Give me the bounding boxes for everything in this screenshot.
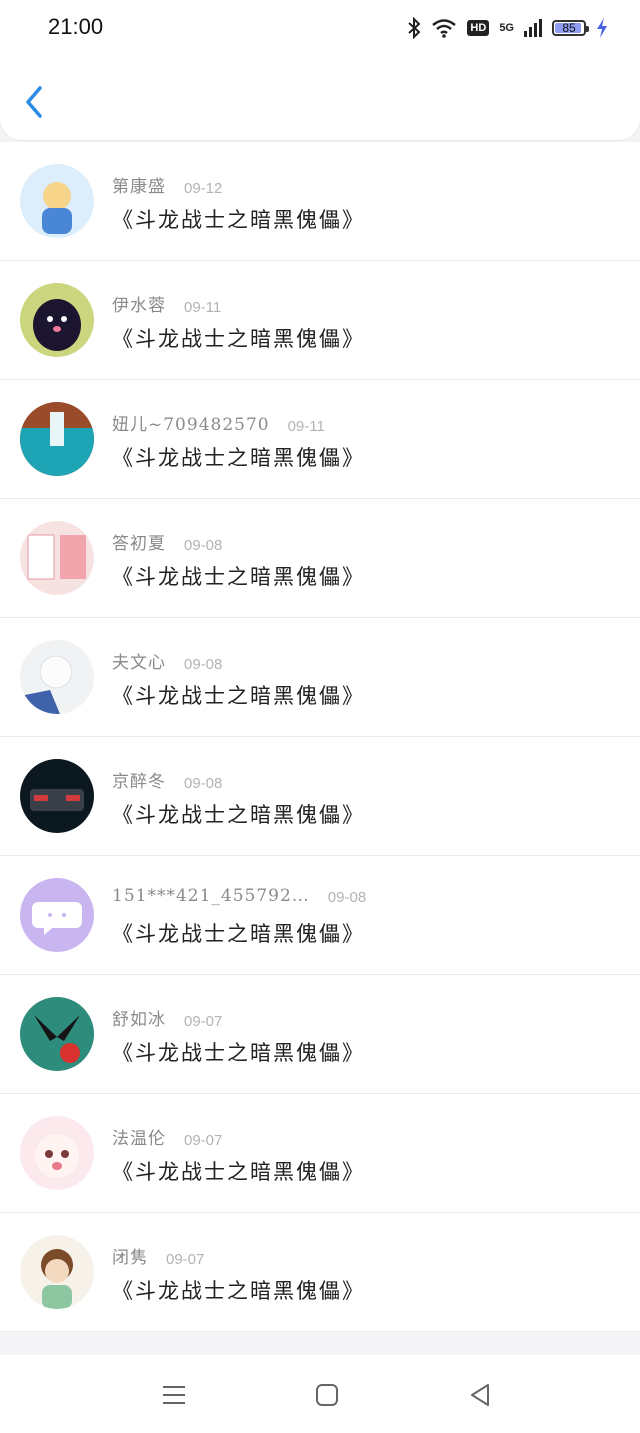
book-title[interactable]: 《斗龙战士之暗黑傀儡》 [112,323,365,353]
author-line: 妞儿~709482570 09-11 [112,410,325,435]
author-name[interactable]: 第康盛 [112,172,166,197]
book-title[interactable]: 《斗龙战士之暗黑傀儡》 [112,561,365,591]
author-line: 伊水蓉 09-11 [112,291,221,316]
author-line: 151***421_455792… 09-08 [112,886,366,906]
author-name[interactable]: 夫文心 [112,648,166,673]
avatar[interactable] [20,1235,94,1309]
avatar[interactable] [20,521,94,595]
author-line: 舒如冰 09-07 [112,1005,222,1030]
book-title[interactable]: 《斗龙战士之暗黑傀儡》 [112,1156,365,1186]
avatar[interactable] [20,283,94,357]
comment-date: 09-12 [184,180,223,197]
comment-date: 09-07 [184,1132,223,1149]
author-line: 夫文心 09-08 [112,648,222,673]
avatar[interactable] [20,402,94,476]
author-line: 答初夏 09-08 [112,529,222,554]
network-label: 5G [499,22,514,34]
book-title[interactable]: 《斗龙战士之暗黑傀儡》 [112,1037,365,1067]
book-title[interactable]: 《斗龙战士之暗黑傀儡》 [112,1275,365,1305]
comment-list: 第康盛 09-12 《斗龙战士之暗黑傀儡》 伊水蓉 09-11 《斗龙战士之暗黑… [0,142,640,1332]
list-item[interactable]: 夫文心 09-08 《斗龙战士之暗黑傀儡》 [0,618,640,737]
chevron-left-icon[interactable] [20,82,52,122]
hd-badge: HD [467,20,490,36]
avatar[interactable] [20,878,94,952]
divider [100,1331,530,1332]
author-name[interactable]: 舒如冰 [112,1005,166,1030]
author-line: 第康盛 09-12 [112,172,222,197]
status-bar: 21:00 HD 5G 85 [0,0,640,56]
comment-date: 09-08 [184,775,223,792]
bluetooth-icon [408,17,421,39]
list-item[interactable]: 第康盛 09-12 《斗龙战士之暗黑傀儡》 [0,142,640,261]
author-name[interactable]: 答初夏 [112,529,166,554]
avatar[interactable] [20,997,94,1071]
charging-icon [597,18,607,38]
list-item[interactable]: 京醉冬 09-08 《斗龙战士之暗黑傀儡》 [0,737,640,856]
list-item[interactable]: 151***421_455792… 09-08 《斗龙战士之暗黑傀儡》 [0,856,640,975]
comment-date: 09-08 [327,889,367,906]
author-line: 闭隽 09-07 [112,1243,204,1268]
book-title[interactable]: 《斗龙战士之暗黑傀儡》 [112,204,365,234]
status-icons: HD 5G 85 [407,16,608,40]
list-item[interactable]: 妞儿~709482570 09-11 《斗龙战士之暗黑傀儡》 [0,380,640,499]
book-title[interactable]: 《斗龙战士之暗黑傀儡》 [112,680,365,710]
signal-icon [524,19,542,37]
book-title[interactable]: 《斗龙战士之暗黑傀儡》 [112,799,365,829]
top-app-bar [0,56,640,140]
wifi-icon [432,19,457,38]
author-name[interactable]: 伊水蓉 [112,291,166,316]
list-item[interactable]: 答初夏 09-08 《斗龙战士之暗黑傀儡》 [0,499,640,618]
author-name[interactable]: 151***421_455792… [112,886,310,906]
comment-date: 09-07 [166,1251,205,1268]
system-nav-bar [0,1355,640,1433]
author-name[interactable]: 妞儿~709482570 [112,410,270,435]
battery-indicator: 85 [552,20,589,36]
comment-date: 09-07 [184,1013,223,1030]
avatar[interactable] [20,1116,94,1190]
battery-level: 85 [562,21,576,35]
author-name[interactable]: 闭隽 [112,1243,148,1268]
comment-date: 09-11 [184,299,222,316]
back-triangle-icon[interactable] [466,1381,494,1409]
comment-date: 09-08 [184,537,223,554]
comment-date: 09-08 [184,656,223,673]
author-name[interactable]: 京醉冬 [112,767,166,792]
author-line: 京醉冬 09-08 [112,767,222,792]
avatar[interactable] [20,640,94,714]
book-title[interactable]: 《斗龙战士之暗黑傀儡》 [112,442,365,472]
author-name[interactable]: 法温伦 [112,1124,166,1149]
book-title[interactable]: 《斗龙战士之暗黑傀儡》 [112,918,365,948]
comment-date: 09-11 [287,418,325,435]
list-item[interactable]: 舒如冰 09-07 《斗龙战士之暗黑傀儡》 [0,975,640,1094]
list-item[interactable]: 伊水蓉 09-11 《斗龙战士之暗黑傀儡》 [0,261,640,380]
menu-icon[interactable] [160,1381,188,1409]
avatar[interactable] [20,759,94,833]
status-time: 21:00 [48,14,104,39]
avatar[interactable] [20,164,94,238]
home-icon[interactable] [313,1381,341,1409]
list-item[interactable]: 法温伦 09-07 《斗龙战士之暗黑傀儡》 [0,1094,640,1213]
author-line: 法温伦 09-07 [112,1124,222,1149]
list-item[interactable]: 闭隽 09-07 《斗龙战士之暗黑傀儡》 [0,1213,640,1332]
